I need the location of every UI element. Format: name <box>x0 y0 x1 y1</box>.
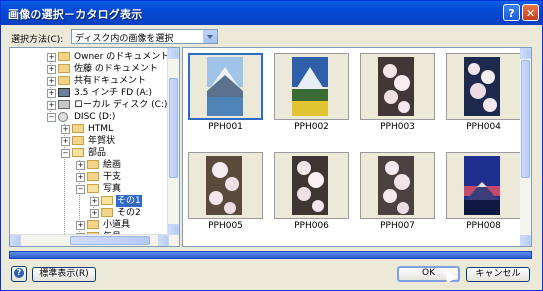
drive-icon <box>58 100 70 109</box>
thumbnail-pph002[interactable] <box>274 53 349 120</box>
scroll-thumb[interactable] <box>521 60 530 178</box>
photo-cherry-blossom <box>464 57 500 116</box>
disc-icon <box>58 112 68 122</box>
thumbnail-pph001[interactable] <box>188 53 263 120</box>
thumbnail-label: PPH005 <box>208 221 243 231</box>
expand-icon[interactable]: + <box>47 53 56 62</box>
help-button[interactable]: ? <box>503 4 520 21</box>
thumbnail-label: PPH006 <box>294 221 329 231</box>
thumbnail-pph007[interactable] <box>360 152 435 219</box>
close-button[interactable]: ✕ <box>522 4 539 21</box>
photo-fuji-dusk <box>464 156 500 215</box>
folder-icon <box>87 172 99 181</box>
thumbnail-label: PPH008 <box>466 221 501 231</box>
grid-vertical-scrollbar[interactable] <box>520 48 531 246</box>
thumbnail-pph006[interactable] <box>274 152 349 219</box>
tree-item-label: HTML <box>88 124 114 134</box>
scroll-thumb[interactable] <box>70 236 150 245</box>
expand-icon[interactable]: + <box>47 101 56 110</box>
thumbnail-pph004[interactable] <box>446 53 521 120</box>
tree-item-label: 干支 <box>103 172 122 182</box>
collapse-icon[interactable]: − <box>61 149 70 158</box>
collapse-icon[interactable]: − <box>76 185 85 194</box>
thumbnail-grid[interactable]: PPH001 PPH002 PPH003 PPH004 PPH005 PPH00… <box>182 47 532 247</box>
tree-item-label: DISC (D:) <box>74 112 116 122</box>
cancel-button[interactable]: キャンセル <box>466 267 530 282</box>
expand-icon[interactable]: + <box>47 65 56 74</box>
folder-icon <box>72 124 84 133</box>
tree-item-label: 絵画 <box>103 160 122 170</box>
expand-icon[interactable]: + <box>90 197 99 206</box>
folder-icon <box>58 52 70 61</box>
standard-view-button[interactable]: 標準表示(R) <box>32 267 96 282</box>
photo-cherry-blossom <box>292 156 328 215</box>
expand-icon[interactable]: + <box>76 221 85 230</box>
photo-fuji-lake <box>207 57 243 116</box>
tree-item-label: その2 <box>117 208 141 218</box>
expand-icon[interactable]: + <box>90 209 99 218</box>
question-icon: ? <box>14 268 24 278</box>
expand-icon[interactable]: + <box>61 137 70 146</box>
select-method-label: 選択方法(C): <box>11 35 64 45</box>
folder-icon <box>101 208 113 217</box>
folder-icon <box>87 220 99 229</box>
thumbnail-pph003[interactable] <box>360 53 435 120</box>
tree-item-label: 共有ドキュメント <box>74 76 147 86</box>
folder-icon <box>87 160 99 169</box>
tree-horizontal-scrollbar[interactable] <box>10 234 169 246</box>
photo-cherry-blossom <box>206 156 242 215</box>
photo-cherry-blossom <box>378 156 414 215</box>
scroll-down-button[interactable] <box>520 235 531 246</box>
tree-item-label: 3.5 インチ FD (A:) <box>74 88 153 98</box>
scroll-up-button[interactable] <box>520 48 531 59</box>
close-icon: ✕ <box>525 7 536 20</box>
folder-open-icon <box>72 148 84 157</box>
dialog-window: 画像の選択－カタログ表示 ? ✕ 選択方法(C): ディスク内の画像を選択 + … <box>0 0 543 291</box>
tree-item-label: ローカル ディスク (C:) <box>74 100 168 110</box>
chevron-down-icon[interactable] <box>203 30 217 43</box>
photo-fuji-flowers <box>292 57 328 116</box>
tree-item-label: 写真 <box>103 184 122 194</box>
tree-item-label: 佐藤 のドキュメント <box>74 64 158 74</box>
folder-icon <box>58 76 70 85</box>
photo-cherry-blossom <box>378 57 414 116</box>
progress-bar <box>9 251 532 259</box>
scroll-left-button[interactable] <box>10 235 21 246</box>
thumbnail-label: PPH004 <box>466 122 501 132</box>
expand-icon[interactable]: + <box>47 77 56 86</box>
tree-item-label: Owner のドキュメント <box>74 52 170 62</box>
thumbnail-label: PPH001 <box>208 122 243 132</box>
scroll-down-button[interactable] <box>168 224 179 235</box>
tree-item-label: その1 <box>116 195 142 207</box>
scroll-up-button[interactable] <box>168 48 179 59</box>
thumbnail-pph005[interactable] <box>188 152 263 219</box>
title-bar[interactable]: 画像の選択－カタログ表示 ? ✕ <box>1 1 542 25</box>
thumbnail-label: PPH007 <box>380 221 415 231</box>
select-method-combo[interactable]: ディスク内の画像を選択 <box>71 29 218 44</box>
combo-value: ディスク内の画像を選択 <box>75 34 174 44</box>
help-icon: ? <box>508 7 515 20</box>
tree-item-label: 年賀状 <box>88 136 116 146</box>
folder-open-icon <box>101 196 113 205</box>
thumbnail-pph008[interactable] <box>446 152 521 219</box>
scroll-thumb[interactable] <box>169 78 178 178</box>
expand-icon[interactable]: + <box>47 89 56 98</box>
floppy-icon <box>58 88 70 97</box>
collapse-icon[interactable]: − <box>47 113 56 122</box>
folder-open-icon <box>87 184 99 193</box>
folder-icon <box>72 136 84 145</box>
tree-item-label: 小道具 <box>103 220 131 230</box>
folder-tree[interactable]: + Owner のドキュメント + 佐藤 のドキュメント + 共有ドキュメント … <box>9 47 180 247</box>
thumbnail-label: PPH002 <box>294 122 329 132</box>
folder-icon <box>58 64 70 73</box>
window-title: 画像の選択－カタログ表示 <box>8 8 143 21</box>
expand-icon[interactable]: + <box>76 161 85 170</box>
expand-icon[interactable]: + <box>61 125 70 134</box>
tree-vertical-scrollbar[interactable] <box>167 48 179 246</box>
scroll-right-button[interactable] <box>158 235 169 246</box>
tree-item-label: 部品 <box>88 148 107 158</box>
help-toggle-button[interactable]: ? <box>11 266 27 282</box>
thumbnail-label: PPH003 <box>380 122 415 132</box>
expand-icon[interactable]: + <box>76 173 85 182</box>
